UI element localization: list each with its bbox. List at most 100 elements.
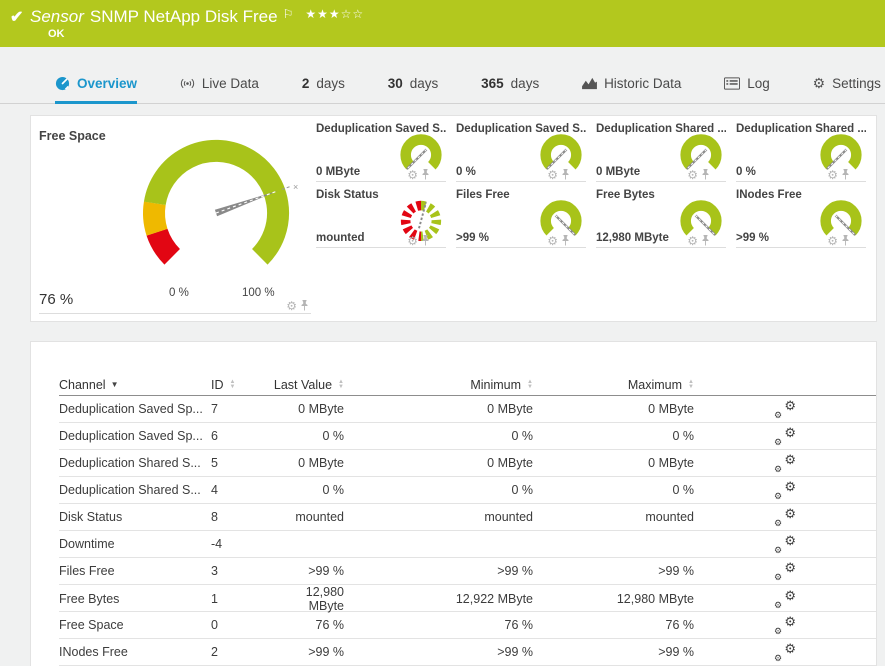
tab-label: Settings — [832, 76, 881, 91]
pin-icon[interactable] — [421, 169, 430, 180]
primary-gauge-title: Free Space — [39, 129, 106, 143]
cell-min: 76 % — [344, 618, 533, 632]
sensor-header: ✔ SensorSNMP NetApp Disk Free⚐★★★☆☆ OK — [0, 0, 885, 47]
mini-gauge-cell-free-bytes[interactable]: Free Bytes12,980 MByte⚙ — [596, 187, 726, 248]
sort-icon: ▲▼ — [688, 380, 694, 389]
historic-chart-icon — [582, 77, 597, 90]
mini-gauge-value: 0 % — [456, 166, 476, 178]
channel-settings-icon[interactable]: ⚙⚙ — [774, 643, 796, 661]
cell-channel: Deduplication Shared S... — [59, 483, 211, 497]
column-label: ID — [211, 378, 224, 392]
cell-channel: Deduplication Saved Sp... — [59, 402, 211, 416]
pin-icon[interactable] — [701, 169, 710, 180]
cell-channel: Deduplication Shared S... — [59, 456, 211, 470]
tab-label: days — [410, 76, 439, 91]
mini-gauge-title: INodes Free — [736, 189, 802, 201]
channel-table-panel: Channel▼ID▲▼Last Value▲▼Minimum▲▼Maximum… — [30, 341, 877, 666]
cell-id: 4 — [211, 483, 271, 497]
mini-gauge-cell-files-free[interactable]: Files Free>99 %⚙ — [456, 187, 586, 248]
tab-historic-data[interactable]: Historic Data — [582, 62, 681, 104]
mini-gauge-cell-inodes-free[interactable]: INodes Free>99 %⚙ — [736, 187, 866, 248]
pin-icon[interactable] — [300, 300, 309, 311]
cell-min: 0 % — [344, 429, 533, 443]
page-title: SNMP NetApp Disk Free — [90, 7, 278, 26]
tab-label: Log — [747, 76, 770, 91]
table-row-deduplication-shared-s[interactable]: Deduplication Shared S...50 MByte0 MByte… — [59, 450, 876, 477]
mini-gauge-cell-deduplication-saved-s[interactable]: Deduplication Saved S...0 %⚙ — [456, 121, 586, 182]
cell-max: 76 % — [533, 618, 694, 632]
tab-overview[interactable]: Overview — [55, 62, 137, 104]
channel-settings-icon[interactable]: ⚙⚙ — [774, 481, 796, 499]
cell-id: 1 — [211, 592, 271, 606]
pin-icon[interactable] — [841, 235, 850, 246]
cell-min: mounted — [344, 510, 533, 524]
table-row-deduplication-saved-sp[interactable]: Deduplication Saved Sp...60 %0 %0 %⚙⚙ — [59, 423, 876, 450]
status-badge: OK — [48, 28, 65, 40]
tab-live-data[interactable]: Live Data — [180, 62, 259, 104]
gear-icon[interactable]: ⚙ — [407, 236, 418, 246]
table-row-free-bytes[interactable]: Free Bytes112,980 MByte12,922 MByte12,98… — [59, 585, 876, 612]
channel-settings-icon[interactable]: ⚙⚙ — [774, 400, 796, 418]
cell-max: >99 % — [533, 645, 694, 659]
priority-stars[interactable]: ★★★☆☆ — [305, 7, 364, 21]
mini-gauge-title: Free Bytes — [596, 189, 655, 201]
table-row-deduplication-shared-s[interactable]: Deduplication Shared S...40 %0 %0 %⚙⚙ — [59, 477, 876, 504]
table-row-disk-status[interactable]: Disk Status8mountedmountedmounted⚙⚙ — [59, 504, 876, 531]
mini-gauge-cell-deduplication-saved-s[interactable]: Deduplication Saved S...0 MByte⚙ — [316, 121, 446, 182]
mini-gauge-cell-disk-status[interactable]: Disk Statusmounted⚙ — [316, 187, 446, 248]
gear-icon[interactable]: ⚙ — [827, 236, 838, 246]
cell-channel: Deduplication Saved Sp... — [59, 429, 211, 443]
channel-settings-icon[interactable]: ⚙⚙ — [774, 562, 796, 580]
table-row-downtime[interactable]: Downtime-4⚙⚙ — [59, 531, 876, 558]
primary-gauge-cell[interactable]: Free Space × 0 % 100 % 76 % ⚙ — [39, 121, 311, 314]
mini-gauge-cell-deduplication-shared[interactable]: Deduplication Shared ...0 %⚙ — [736, 121, 866, 182]
column-header-maximum[interactable]: Maximum ▲▼ — [533, 378, 694, 392]
channel-table-header: Channel▼ID▲▼Last Value▲▼Minimum▲▼Maximum… — [59, 374, 876, 396]
cell-id: 5 — [211, 456, 271, 470]
pin-icon[interactable] — [841, 169, 850, 180]
tab-days-365[interactable]: 365days — [481, 62, 539, 104]
gear-icon[interactable]: ⚙ — [547, 236, 558, 246]
gauge-scale-min: 0 % — [169, 287, 189, 299]
column-header-id[interactable]: ID ▲▼ — [211, 378, 271, 392]
pin-icon[interactable] — [421, 235, 430, 246]
sort-icon: ▲▼ — [230, 380, 236, 389]
pin-icon[interactable] — [561, 235, 570, 246]
channel-settings-icon[interactable]: ⚙⚙ — [774, 454, 796, 472]
tab-days-30[interactable]: 30 days — [388, 62, 439, 104]
table-row-free-space[interactable]: Free Space076 %76 %76 %⚙⚙ — [59, 612, 876, 639]
gear-icon[interactable]: ⚙ — [687, 170, 698, 180]
table-row-deduplication-saved-sp[interactable]: Deduplication Saved Sp...70 MByte0 MByte… — [59, 396, 876, 423]
column-header-last-value[interactable]: Last Value▲▼ — [271, 378, 344, 392]
table-row-inodes-free[interactable]: INodes Free2>99 %>99 %>99 %⚙⚙ — [59, 639, 876, 666]
gauge-icon — [55, 76, 70, 91]
pin-icon[interactable] — [561, 169, 570, 180]
tab-settings[interactable]: ⚙Settings — [813, 62, 881, 104]
cell-max: 0 % — [533, 429, 694, 443]
channel-settings-icon[interactable]: ⚙⚙ — [774, 508, 796, 526]
tab-days-2[interactable]: 2days — [302, 62, 345, 104]
gear-icon[interactable]: ⚙ — [687, 236, 698, 246]
column-header-minimum[interactable]: Minimum▲▼ — [344, 378, 533, 392]
pin-icon[interactable] — [701, 235, 710, 246]
gear-icon[interactable]: ⚙ — [286, 301, 297, 311]
gear-icon[interactable]: ⚙ — [547, 170, 558, 180]
mini-gauge-title: Disk Status — [316, 189, 379, 201]
cell-min: 0 MByte — [344, 402, 533, 416]
tab-log[interactable]: Log — [724, 62, 770, 104]
channel-settings-icon[interactable]: ⚙⚙ — [774, 535, 796, 553]
channel-settings-icon[interactable]: ⚙⚙ — [774, 590, 796, 608]
tab-number: 30 — [388, 76, 403, 91]
gear-icon[interactable]: ⚙ — [827, 170, 838, 180]
cell-channel: Downtime — [59, 537, 211, 551]
mini-gauge-cell-deduplication-shared[interactable]: Deduplication Shared ...0 MByte⚙ — [596, 121, 726, 182]
gear-icon[interactable]: ⚙ — [407, 170, 418, 180]
table-row-files-free[interactable]: Files Free3>99 %>99 %>99 %⚙⚙ — [59, 558, 876, 585]
cell-channel: Disk Status — [59, 510, 211, 524]
column-label: Maximum — [628, 378, 682, 392]
flag-icon[interactable]: ⚐ — [283, 7, 294, 21]
channel-settings-icon[interactable]: ⚙⚙ — [774, 427, 796, 445]
column-header-channel[interactable]: Channel▼ — [59, 378, 211, 392]
cell-min: >99 % — [344, 564, 533, 578]
channel-settings-icon[interactable]: ⚙⚙ — [774, 616, 796, 634]
